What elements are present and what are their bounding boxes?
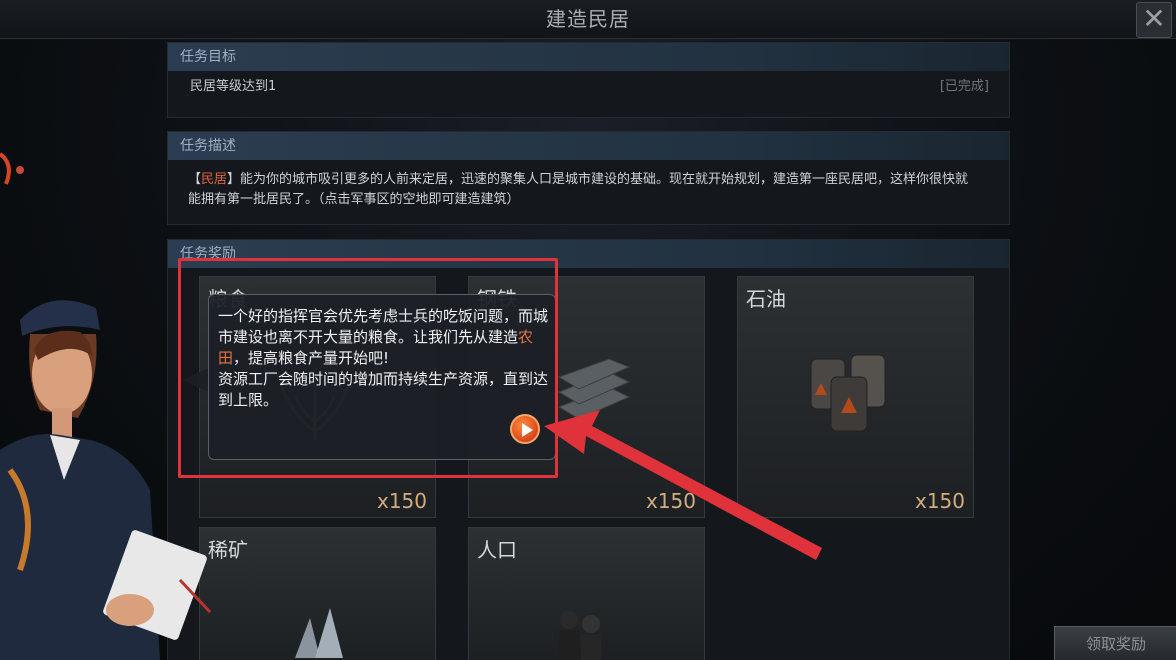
description-panel: 任务描述 【民居】能为你的城市吸引更多的人前来定居，迅速的聚集人口是城市建设的基… <box>167 131 1010 225</box>
reward-name: 石油 <box>746 287 786 311</box>
goal-text: 民居等级达到1 <box>190 79 277 94</box>
guide-arrow-icon <box>544 410 822 560</box>
bracket-close: 】 <box>227 172 241 187</box>
goal-header: 任务目标 <box>168 43 1009 71</box>
window-title: 建造民居 <box>546 7 630 31</box>
claim-reward-button[interactable]: 领取奖励 <box>1054 626 1176 660</box>
description-body: 能为你的城市吸引更多的人前来定居，迅速的聚集人口是城市建设的基础。现在就开始规划… <box>188 172 969 207</box>
description-header: 任务描述 <box>168 132 1009 160</box>
crystal-icon <box>295 608 343 658</box>
people-icon <box>559 611 601 660</box>
game-screen: 建造民居 ✕ 任务目标 民居等级达到1 [已完成] 任务描述 【民居】能为你的城… <box>0 0 1176 660</box>
goal-row: 民居等级达到1 [已完成] <box>168 71 1009 103</box>
description-text: 【民居】能为你的城市吸引更多的人前来定居，迅速的聚集人口是城市建设的基础。现在就… <box>168 160 1009 210</box>
reward-card-rare-ore: 稀矿 <box>199 527 436 660</box>
goal-panel: 任务目标 民居等级达到1 [已完成] <box>167 42 1010 118</box>
tip-highlight-frame <box>178 258 558 478</box>
reward-count: x150 <box>376 489 427 513</box>
bracket-open: 【 <box>188 172 202 187</box>
reward-count: x150 <box>914 489 965 513</box>
side-marker-icon <box>0 152 24 185</box>
description-highlight: 民居 <box>201 172 228 187</box>
reward-name: 人口 <box>477 538 517 562</box>
goal-status: [已完成] <box>939 79 989 94</box>
advisor-character <box>0 300 212 660</box>
close-button[interactable]: ✕ <box>1136 2 1172 38</box>
